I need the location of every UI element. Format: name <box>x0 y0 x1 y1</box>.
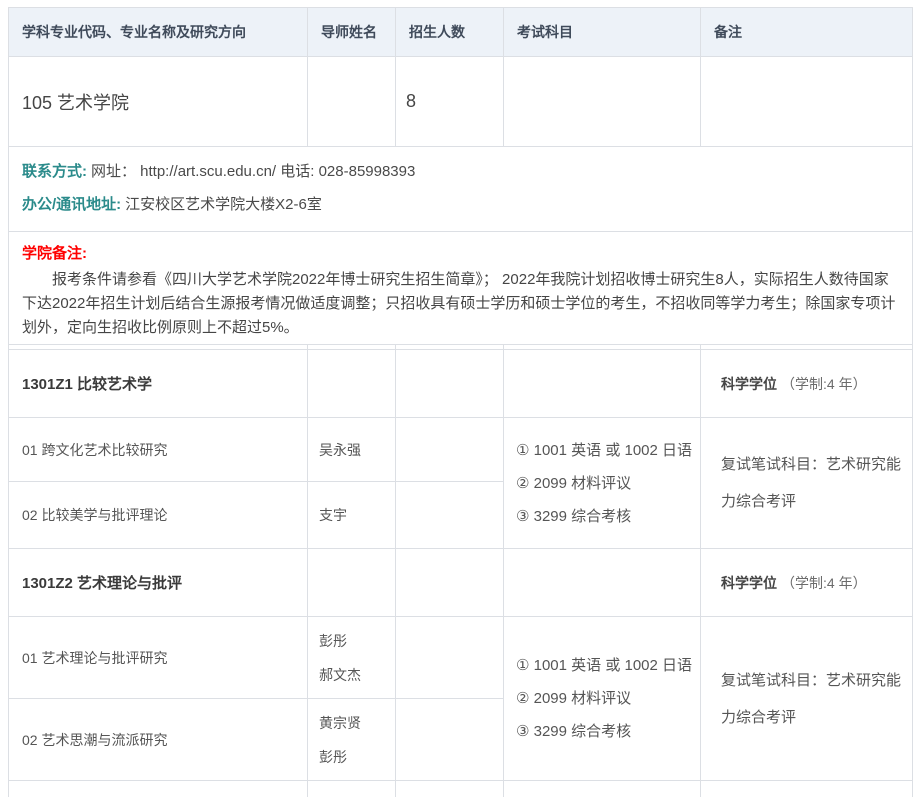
section-degree-cell: 科学学位（学制:4 年） <box>701 350 913 418</box>
table-row: 01 跨文化艺术比较研究 吴永强 ① 1001 英语 或 1002 日语 ② 2… <box>9 418 913 482</box>
section-degree-cell: 科学学位（学制:4 年） <box>701 549 913 617</box>
header-tutor-name: 导师姓名 <box>308 8 396 57</box>
partial-cell <box>9 781 308 797</box>
tutor-name: 郝文杰 <box>319 658 395 692</box>
partial-cell <box>504 781 701 797</box>
partial-cell <box>701 781 913 797</box>
tutor-name: 彭彤 <box>319 624 395 658</box>
section-row-1301Z1: 1301Z1 比较艺术学 科学学位（学制:4 年） <box>9 350 913 418</box>
partial-cell <box>308 781 396 797</box>
section-title: 1301Z1 比较艺术学 <box>9 350 308 418</box>
research-direction: 02 比较美学与批评理论 <box>9 482 308 549</box>
address-label: 办公/通讯地址: <box>22 196 121 213</box>
degree-type: 科学学位 <box>721 376 777 392</box>
college-tutor-cell-empty <box>308 57 396 147</box>
tutor-cell: 黄宗贤 彭彤 <box>308 699 396 781</box>
tutor-name: 吴永强 <box>319 433 395 467</box>
enroll-cell-empty <box>396 617 504 699</box>
tutor-cell: 支宇 <box>308 482 396 549</box>
tutor-cell: 彭彤 郝文杰 <box>308 617 396 699</box>
header-enrollment: 招生人数 <box>396 8 504 57</box>
college-note-text: 报考条件请参看《四川大学艺术学院2022年博士研究生招生简章》； 2022年我院… <box>22 268 899 340</box>
section-enroll-cell-empty <box>396 549 504 617</box>
college-enrollment: 8 <box>396 57 504 147</box>
partial-bottom-row <box>9 781 913 797</box>
exam-subject-1: ① 1001 英语 或 1002 日语 <box>516 649 700 682</box>
research-direction: 02 艺术思潮与流派研究 <box>9 699 308 781</box>
degree-type: 科学学位 <box>721 575 777 591</box>
section-tutor-cell-empty <box>308 549 396 617</box>
college-note-row: 学院备注: 报考条件请参看《四川大学艺术学院2022年博士研究生招生简章》； 2… <box>9 232 913 345</box>
college-exam-cell-empty <box>504 57 701 147</box>
contact-cell: 联系方式:网址： http://art.scu.edu.cn/ 电话: 028-… <box>9 147 913 232</box>
section-exam-cell-empty <box>504 350 701 418</box>
table-header-row: 学科专业代码、专业名称及研究方向 导师姓名 招生人数 考试科目 备注 <box>9 8 913 57</box>
exam-subject-1: ① 1001 英语 或 1002 日语 <box>516 434 700 467</box>
degree-duration: （学制:4 年） <box>781 376 867 392</box>
contact-line-website: 联系方式:网址： http://art.scu.edu.cn/ 电话: 028-… <box>22 161 899 182</box>
research-direction: 01 跨文化艺术比较研究 <box>9 418 308 482</box>
college-row: 105 艺术学院 8 <box>9 57 913 147</box>
partial-cell <box>396 781 504 797</box>
header-major-code: 学科专业代码、专业名称及研究方向 <box>9 8 308 57</box>
exam-subjects-cell: ① 1001 英语 或 1002 日语 ② 2099 材料评议 ③ 3299 综… <box>504 418 701 549</box>
section-tutor-cell-empty <box>308 350 396 418</box>
enroll-cell-empty <box>396 699 504 781</box>
header-remarks: 备注 <box>701 8 913 57</box>
tutor-cell: 吴永强 <box>308 418 396 482</box>
tutor-name: 黄宗贤 <box>319 706 395 740</box>
review-note-cell: 复试笔试科目：艺术研究能力综合考评 <box>701 617 913 781</box>
college-title: 105 艺术学院 <box>9 57 308 147</box>
contact-line-address: 办公/通讯地址:江安校区艺术学院大楼X2-6室 <box>22 194 899 215</box>
review-note-cell: 复试笔试科目：艺术研究能力综合考评 <box>701 418 913 549</box>
contact-row: 联系方式:网址： http://art.scu.edu.cn/ 电话: 028-… <box>9 147 913 232</box>
section-enroll-cell-empty <box>396 350 504 418</box>
exam-subject-2: ② 2099 材料评议 <box>516 467 700 500</box>
header-exam-subjects: 考试科目 <box>504 8 701 57</box>
contact-value: 网址： http://art.scu.edu.cn/ 电话: 028-85998… <box>91 163 415 180</box>
admissions-table: 学科专业代码、专业名称及研究方向 导师姓名 招生人数 考试科目 备注 105 艺… <box>8 7 913 797</box>
enroll-cell-empty <box>396 482 504 549</box>
research-direction: 01 艺术理论与批评研究 <box>9 617 308 699</box>
college-note-cell: 学院备注: 报考条件请参看《四川大学艺术学院2022年博士研究生招生简章》； 2… <box>9 232 913 345</box>
enroll-cell-empty <box>396 418 504 482</box>
table-row: 01 艺术理论与批评研究 彭彤 郝文杰 ① 1001 英语 或 1002 日语 … <box>9 617 913 699</box>
college-note-label: 学院备注: <box>22 244 899 264</box>
exam-subject-3: ③ 3299 综合考核 <box>516 500 700 533</box>
exam-subject-2: ② 2099 材料评议 <box>516 682 700 715</box>
section-title: 1301Z2 艺术理论与批评 <box>9 549 308 617</box>
contact-label: 联系方式: <box>22 163 87 180</box>
exam-subjects-cell: ① 1001 英语 或 1002 日语 ② 2099 材料评议 ③ 3299 综… <box>504 617 701 781</box>
section-exam-cell-empty <box>504 549 701 617</box>
degree-duration: （学制:4 年） <box>781 575 867 591</box>
college-remarks-cell-empty <box>701 57 913 147</box>
tutor-name: 支宇 <box>319 498 395 532</box>
exam-subject-3: ③ 3299 综合考核 <box>516 715 700 748</box>
tutor-name: 彭彤 <box>319 740 395 774</box>
address-value: 江安校区艺术学院大楼X2-6室 <box>125 196 322 213</box>
section-row-1301Z2: 1301Z2 艺术理论与批评 科学学位（学制:4 年） <box>9 549 913 617</box>
